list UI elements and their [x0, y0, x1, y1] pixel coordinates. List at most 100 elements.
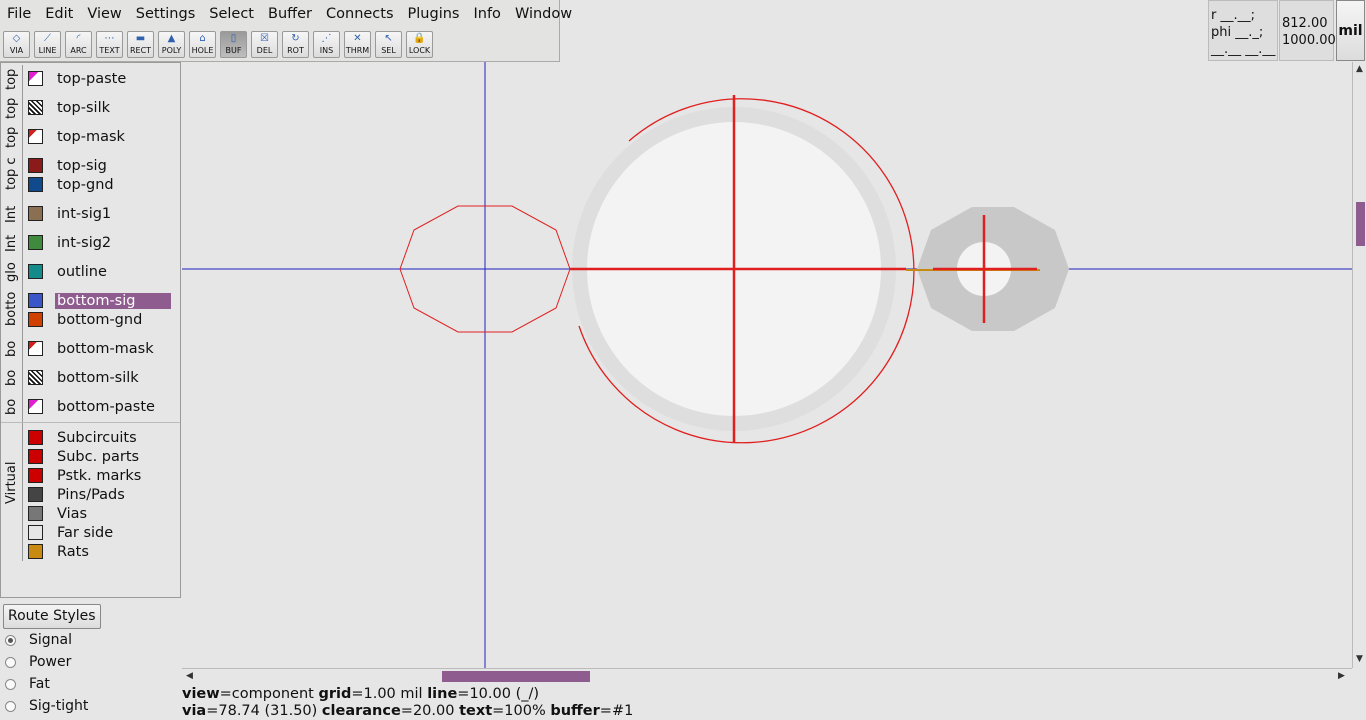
layer-label[interactable]: outline [55, 264, 109, 280]
board-view[interactable] [182, 62, 1352, 668]
layer-bottom-mask[interactable]: bottom-mask [28, 339, 173, 358]
layer-label[interactable]: bottom-paste [55, 399, 157, 415]
layer-label[interactable]: bottom-gnd [55, 312, 144, 328]
layer-color-swatch[interactable] [28, 487, 43, 502]
route-styles-button[interactable]: Route Styles [3, 604, 101, 629]
layer-color-swatch[interactable] [28, 506, 43, 521]
layer-label[interactable]: top-gnd [55, 177, 116, 193]
layer-label[interactable]: bottom-silk [55, 370, 141, 386]
layer-label[interactable]: Far side [55, 525, 115, 541]
layer-bottom-gnd[interactable]: bottom-gnd [28, 310, 173, 329]
virtual-layer-vias[interactable]: Vias [28, 504, 173, 523]
scroll-up-icon[interactable]: ▲ [1356, 64, 1363, 74]
layer-color-swatch[interactable] [28, 341, 43, 356]
layer-color-swatch[interactable] [28, 468, 43, 483]
layer-group-tab[interactable]: top [4, 66, 20, 92]
layer-top-paste[interactable]: top-paste [28, 69, 173, 88]
layer-label[interactable]: int-sig2 [55, 235, 113, 251]
layer-bottom-sig[interactable]: bottom-sig [28, 291, 173, 310]
layer-label[interactable]: Pins/Pads [55, 487, 127, 503]
lock-tool-button[interactable]: 🔒 LOCK [406, 31, 433, 58]
radio-icon[interactable] [5, 656, 16, 668]
layer-label[interactable]: bottom-sig [55, 292, 171, 309]
layer-top-mask[interactable]: top-mask [28, 127, 173, 146]
layer-color-swatch[interactable] [28, 71, 43, 86]
layer-group-tab[interactable]: Int [4, 230, 20, 256]
rect-tool-button[interactable]: ▬ RECT [127, 31, 154, 58]
layer-color-swatch[interactable] [28, 544, 43, 559]
layer-label[interactable]: Vias [55, 506, 89, 522]
arc-tool-button[interactable]: ◜ ARC [65, 31, 92, 58]
text-tool-button[interactable]: ⋯ TEXT [96, 31, 123, 58]
layer-label[interactable]: int-sig1 [55, 206, 113, 222]
layer-group-tab[interactable]: bo [4, 336, 20, 362]
layer-group-tab[interactable]: bo [4, 394, 20, 420]
layer-color-swatch[interactable] [28, 293, 43, 308]
layer-color-swatch[interactable] [28, 100, 43, 115]
virtual-layer-rats[interactable]: Rats [28, 542, 173, 561]
layer-group-tab[interactable]: Int [4, 201, 20, 227]
menu-plugins[interactable]: Plugins [401, 0, 467, 28]
layer-top-silk[interactable]: top-silk [28, 98, 173, 117]
horizontal-scroll-thumb[interactable] [442, 671, 590, 682]
route-style-sig-tight[interactable]: Sig-tight [5, 696, 88, 716]
layer-int-sig2[interactable]: int-sig2 [28, 233, 173, 252]
layer-outline[interactable]: outline [28, 262, 173, 281]
layer-group-tab[interactable]: top [4, 124, 20, 150]
radio-icon[interactable] [5, 678, 16, 690]
layer-top-gnd[interactable]: top-gnd [28, 175, 173, 194]
virtual-layer-subc-parts[interactable]: Subc. parts [28, 447, 173, 466]
menu-buffer[interactable]: Buffer [261, 0, 319, 28]
layer-color-swatch[interactable] [28, 370, 43, 385]
layer-group-tab[interactable]: botto [4, 288, 20, 330]
layer-color-swatch[interactable] [28, 206, 43, 221]
layer-color-swatch[interactable] [28, 129, 43, 144]
layer-int-sig1[interactable]: int-sig1 [28, 204, 173, 223]
del-tool-button[interactable]: ☒ DEL [251, 31, 278, 58]
layer-group-tab[interactable]: top [4, 95, 20, 121]
layer-color-swatch[interactable] [28, 312, 43, 327]
layer-label[interactable]: top-sig [55, 158, 109, 174]
hole-tool-button[interactable]: ⌂ HOLE [189, 31, 216, 58]
layer-group-tab[interactable]: bo [4, 365, 20, 391]
poly-tool-button[interactable]: ▲ POLY [158, 31, 185, 58]
layer-label[interactable]: Subc. parts [55, 449, 141, 465]
unit-toggle-button[interactable]: mil [1336, 0, 1365, 61]
vertical-scrollbar[interactable]: ▲ ▼ [1352, 62, 1366, 668]
layer-label[interactable]: bottom-mask [55, 341, 156, 357]
menu-file[interactable]: File [0, 0, 38, 28]
vertical-scroll-thumb[interactable] [1356, 202, 1365, 246]
menu-edit[interactable]: Edit [38, 0, 80, 28]
layer-color-swatch[interactable] [28, 264, 43, 279]
virtual-layer-far-side[interactable]: Far side [28, 523, 173, 542]
thrm-tool-button[interactable]: ✕ THRM [344, 31, 371, 58]
layer-color-swatch[interactable] [28, 449, 43, 464]
layer-color-swatch[interactable] [28, 399, 43, 414]
menu-info[interactable]: Info [466, 0, 507, 28]
horizontal-scrollbar[interactable]: ◀ ▶ [182, 668, 1352, 685]
layer-color-swatch[interactable] [28, 177, 43, 192]
layer-bottom-silk[interactable]: bottom-silk [28, 368, 173, 387]
buf-tool-button[interactable]: ▯ BUF [220, 31, 247, 58]
layer-color-swatch[interactable] [28, 235, 43, 250]
layer-label[interactable]: Subcircuits [55, 430, 139, 446]
route-style-fat[interactable]: Fat [5, 674, 50, 694]
radio-icon[interactable] [5, 700, 16, 712]
drawing-canvas[interactable] [182, 62, 1352, 668]
menu-view[interactable]: View [80, 0, 128, 28]
rot-tool-button[interactable]: ↻ ROT [282, 31, 309, 58]
menu-window[interactable]: Window [508, 0, 579, 28]
route-style-signal[interactable]: Signal [5, 630, 72, 650]
layer-group-tab[interactable]: glo [4, 259, 20, 285]
layer-label[interactable]: top-paste [55, 71, 128, 87]
layer-color-swatch[interactable] [28, 525, 43, 540]
layer-top-sig[interactable]: top-sig [28, 156, 173, 175]
layer-label[interactable]: Rats [55, 544, 91, 560]
virtual-layer-pins-pads[interactable]: Pins/Pads [28, 485, 173, 504]
route-style-power[interactable]: Power [5, 652, 71, 672]
ins-tool-button[interactable]: ⋰ INS [313, 31, 340, 58]
virtual-layer-pstk-marks[interactable]: Pstk. marks [28, 466, 173, 485]
virtual-layer-subcircuits[interactable]: Subcircuits [28, 428, 173, 447]
layer-color-swatch[interactable] [28, 158, 43, 173]
menu-select[interactable]: Select [202, 0, 261, 28]
